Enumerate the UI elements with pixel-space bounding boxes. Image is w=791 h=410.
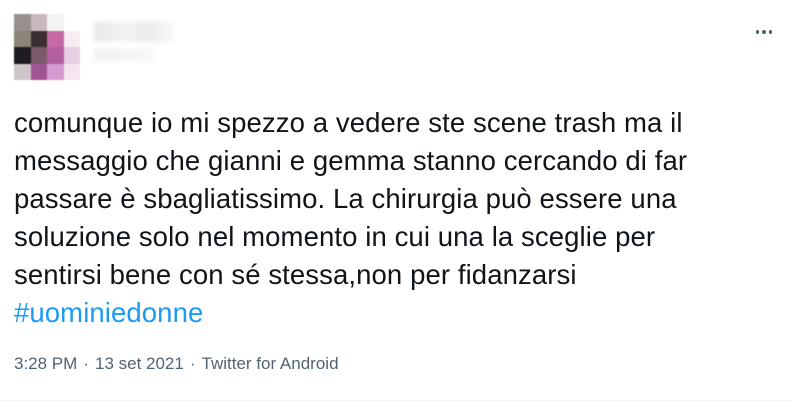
avatar-pixel (30, 14, 47, 31)
more-options-button[interactable] (747, 18, 781, 46)
avatar-pixel (47, 63, 64, 80)
avatar-pixel (14, 14, 31, 31)
source-link[interactable]: Twitter for Android (202, 354, 339, 373)
avatar-pixel (63, 47, 80, 64)
more-horizontal-icon (768, 30, 773, 34)
avatar-pixel (47, 47, 64, 64)
avatar-pixel (14, 30, 31, 47)
tweet-metadata: 3:28 PM · 13 set 2021 · Twitter for Android (14, 354, 339, 374)
avatar-pixel (30, 63, 47, 80)
tweet-text-line: messaggio che gianni e gemma stanno cerc… (14, 145, 688, 176)
separator: · (189, 354, 196, 373)
separator: · (83, 354, 89, 373)
tweet-text-line: sentirsi bene con sé stessa,non per fida… (14, 259, 577, 290)
tweet-text-line: soluzione solo nel momento in cui una la… (14, 221, 656, 252)
tweet-time: 3:28 PM (14, 354, 78, 373)
avatar-pixel (63, 30, 80, 47)
avatar-pixel (63, 63, 80, 80)
avatar-pixel (63, 14, 80, 31)
avatar-pixel (47, 14, 64, 31)
tweet: comunque io mi spezzo a vedere ste scene… (0, 0, 791, 410)
avatar-pixel (30, 47, 47, 64)
author-name-redacted[interactable] (94, 22, 172, 42)
tweet-text: comunque io mi spezzo a vedere ste scene… (14, 104, 774, 332)
avatar[interactable] (14, 14, 80, 80)
avatar-pixel (30, 30, 47, 47)
divider (0, 400, 791, 401)
avatar-pixel (14, 47, 31, 64)
avatar-pixel (47, 30, 64, 47)
more-horizontal-icon (755, 30, 760, 34)
hashtag-link[interactable]: #uominiedonne (14, 297, 203, 328)
tweet-text-line: comunque io mi spezzo a vedere ste scene… (14, 107, 683, 138)
avatar-pixel (14, 63, 31, 80)
author-handle-redacted[interactable] (94, 48, 154, 62)
tweet-date: 13 set 2021 (94, 354, 184, 373)
tweet-text-line: passare è sbagliatissimo. La chirurgia p… (14, 183, 677, 214)
timestamp-link[interactable]: 3:28 PM · 13 set 2021 (14, 354, 184, 373)
more-horizontal-icon (762, 30, 766, 34)
